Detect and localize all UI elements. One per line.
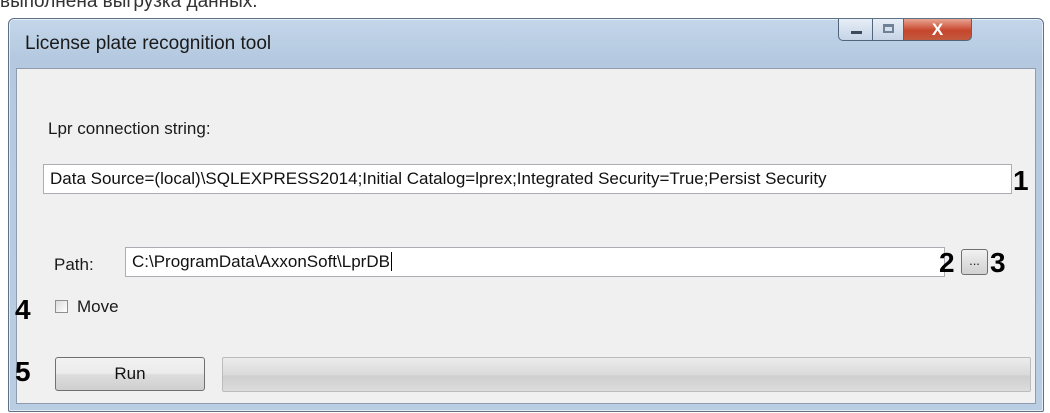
browse-button[interactable]: ...: [961, 249, 988, 275]
page-caption: выполнена выгрузка данных.: [0, 0, 258, 12]
maximize-button[interactable]: [872, 19, 904, 41]
progress-bar: [222, 357, 1031, 392]
minimize-button[interactable]: [838, 19, 873, 41]
move-checkbox[interactable]: [55, 300, 68, 313]
app-window: License plate recognition tool X Lpr con…: [8, 18, 1044, 412]
minimize-icon: [851, 31, 862, 34]
path-value: C:\ProgramData\AxxonSoft\LprDB: [132, 252, 390, 271]
path-label: Path:: [54, 255, 94, 274]
annotation-5: 5: [15, 356, 31, 387]
client-area: Lpr connection string: Data Source=(loca…: [15, 68, 1036, 404]
connection-string-label: Lpr connection string:: [48, 119, 211, 138]
maximize-icon: [883, 24, 894, 33]
run-button[interactable]: Run: [55, 357, 205, 391]
annotation-1: 1: [1013, 165, 1029, 196]
connection-string-input[interactable]: Data Source=(local)\SQLEXPRESS2014;Initi…: [43, 164, 1012, 194]
window-title: License plate recognition tool: [25, 33, 272, 54]
text-caret: [390, 252, 392, 271]
move-label: Move: [77, 297, 119, 316]
close-icon: X: [931, 20, 944, 39]
annotation-4: 4: [15, 294, 31, 325]
connection-string-value: Data Source=(local)\SQLEXPRESS2014;Initi…: [50, 169, 827, 188]
annotation-3: 3: [990, 247, 1006, 278]
close-button[interactable]: X: [903, 19, 972, 41]
path-input[interactable]: C:\ProgramData\AxxonSoft\LprDB: [125, 247, 945, 277]
annotation-2: 2: [939, 247, 955, 278]
